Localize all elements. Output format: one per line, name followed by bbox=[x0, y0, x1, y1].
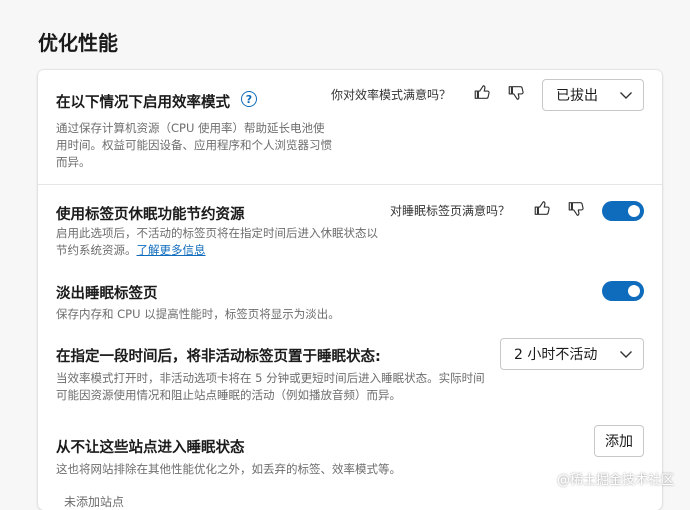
sleeping-tabs-title: 使用标签页休眠功能节约资源 bbox=[56, 207, 245, 223]
page-title: 优化性能 bbox=[38, 31, 118, 55]
add-site-button[interactable]: 添加 bbox=[594, 425, 644, 457]
watermark-text: @稀土掘金技术社区 bbox=[556, 473, 674, 488]
sleep-timeout-title: 在指定一段时间后，将非活动标签页置于睡眠状态: bbox=[56, 349, 381, 365]
thumbs-down-icon[interactable] bbox=[506, 83, 526, 103]
efficiency-mode-dropdown[interactable]: 已拔出 bbox=[542, 79, 644, 111]
fade-tabs-toggle[interactable] bbox=[602, 281, 644, 301]
efficiency-mode-title: 在以下情况下启用效率模式 bbox=[56, 95, 230, 111]
sleeping-tabs-description-text: 启用此选项后，不活动的标签页将在指定时间后进入休眠状态以节约系统资源。 bbox=[56, 226, 378, 257]
help-icon[interactable]: ? bbox=[241, 91, 257, 107]
efficiency-mode-dropdown-value: 已拔出 bbox=[556, 88, 598, 104]
thumbs-up-icon[interactable] bbox=[532, 198, 552, 218]
thumbs-down-icon[interactable] bbox=[566, 199, 586, 219]
watermark: @稀土掘金技术社区 bbox=[557, 469, 674, 488]
chevron-down-icon bbox=[620, 92, 632, 99]
sleeping-tabs-feedback-question: 对睡眠标签页满意吗？ bbox=[390, 204, 511, 218]
thumbs-up-icon[interactable] bbox=[472, 82, 492, 102]
toggle-knob bbox=[628, 205, 640, 217]
learn-more-link[interactable]: 了解更多信息 bbox=[137, 243, 206, 257]
efficiency-feedback-question: 你对效率模式满意吗？ bbox=[331, 88, 452, 102]
never-sleep-description: 这也将网站排除在其他性能优化之外，如丢弃的标签、效率模式等。 bbox=[56, 462, 401, 476]
sleep-timeout-dropdown-value: 2 小时不活动 bbox=[514, 347, 598, 363]
fade-tabs-description: 保存内存和 CPU 以提高性能时，标签页将显示为淡出。 bbox=[56, 307, 340, 321]
chevron-down-icon bbox=[620, 351, 632, 358]
section-divider bbox=[38, 184, 662, 185]
sleep-timeout-description: 当效率模式打开时，非活动选项卡将在 5 分钟或更短时间后进入睡眠状态。实际时间可… bbox=[56, 371, 485, 402]
toggle-knob bbox=[628, 285, 640, 297]
sleeping-tabs-toggle[interactable] bbox=[602, 201, 644, 221]
efficiency-mode-description: 通过保存计算机资源（CPU 使用率）帮助延长电池使用时间。权益可能因设备、应用程… bbox=[56, 121, 332, 169]
sleeping-tabs-description: 启用此选项后，不活动的标签页将在指定时间后进入休眠状态以节约系统资源。了解更多信… bbox=[56, 225, 382, 259]
never-sleep-title: 从不让这些站点进入睡眠状态 bbox=[56, 440, 245, 456]
sleep-timeout-dropdown[interactable]: 2 小时不活动 bbox=[500, 338, 644, 370]
performance-card: 在以下情况下启用效率模式 ? 你对效率模式满意吗？ 已拔出 通过保存计算机资源（… bbox=[38, 70, 662, 510]
fade-tabs-title: 淡出睡眠标签页 bbox=[56, 286, 158, 302]
